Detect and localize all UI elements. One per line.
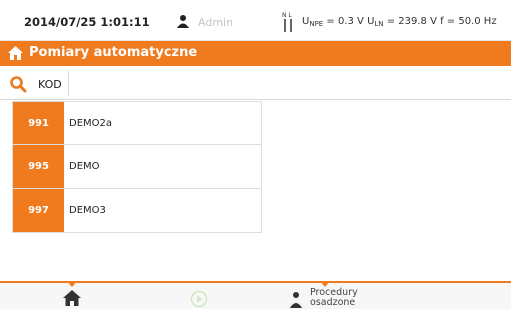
code-search-input[interactable]	[68, 71, 508, 96]
embedded-procedures-label: Procedury osadzone	[310, 288, 390, 308]
procedure-name: DEMO	[69, 161, 100, 172]
home-tab-marker	[67, 281, 77, 287]
search-icon[interactable]	[9, 75, 27, 93]
user-name: Admin	[198, 16, 234, 29]
procedure-code: 995	[13, 145, 64, 188]
home-icon	[8, 46, 23, 60]
code-label: KOD	[38, 78, 62, 91]
title-bar: Pomiary automatyczne	[0, 41, 511, 66]
frequency-value: f = 50.0 Hz	[440, 16, 497, 27]
procedure-name: DEMO3	[69, 205, 106, 216]
bottom-bar: Procedury osadzone	[0, 281, 511, 309]
u-npe-sub: NPE	[309, 20, 324, 28]
procedure-item[interactable]: 995 DEMO	[12, 145, 262, 189]
user-icon	[177, 15, 189, 28]
status-bar: 2014/07/25 1:01:11 Admin N L UNPE = 0.3 …	[0, 0, 511, 41]
home-button[interactable]	[62, 289, 82, 307]
u-npe-value: = 0.3 V	[323, 16, 368, 27]
procedure-code: 991	[13, 102, 64, 144]
procedure-name: DEMO2a	[69, 117, 113, 129]
procedure-item[interactable]: 997 DEMO3	[12, 189, 262, 233]
u-ln-value: = 239.8 V	[383, 16, 441, 27]
procedure-code: 997	[13, 189, 64, 232]
page-title: Pomiary automatyczne	[29, 45, 198, 60]
probe-icon: N L	[282, 12, 292, 32]
search-row: KOD	[0, 69, 511, 100]
play-button[interactable]	[190, 290, 208, 308]
svg-text:N L: N L	[282, 12, 292, 19]
procedure-item[interactable]: 991 DEMO2a	[12, 101, 262, 145]
person-icon	[290, 292, 302, 308]
voltage-readings: UNPE = 0.3 V ULN = 239.8 V f = 50.0 Hz	[302, 16, 497, 28]
datetime: 2014/07/25 1:01:11	[24, 15, 150, 29]
procedure-list: 991 DEMO2a 995 DEMO 997 DEMO3	[12, 101, 262, 233]
u-ln-sub: LN	[374, 20, 384, 28]
